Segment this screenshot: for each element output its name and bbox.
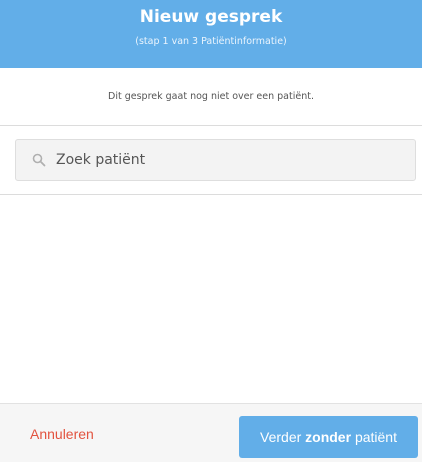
continue-label-prefix: Verder (260, 429, 302, 445)
search-input[interactable] (56, 146, 406, 174)
search-icon (32, 153, 46, 167)
dialog-title: Nieuw gesprek (139, 7, 283, 27)
continue-label-suffix: patiënt (354, 429, 397, 445)
dialog-footer: Annuleren Verder zonder patiënt (0, 403, 422, 462)
dialog-subtitle: (stap 1 van 3 Patiëntinformatie) (135, 36, 287, 47)
continue-without-patient-button[interactable]: Verder zonder patiënt (239, 416, 418, 458)
dialog-header: Nieuw gesprek (stap 1 van 3 Patiëntinfor… (0, 0, 422, 68)
cancel-button[interactable]: Annuleren (30, 426, 94, 442)
search-box[interactable] (15, 139, 416, 181)
patient-status-text: Dit gesprek gaat nog niet over een patië… (0, 68, 422, 126)
continue-label-bold: zonder (305, 429, 352, 445)
search-section (0, 126, 422, 195)
